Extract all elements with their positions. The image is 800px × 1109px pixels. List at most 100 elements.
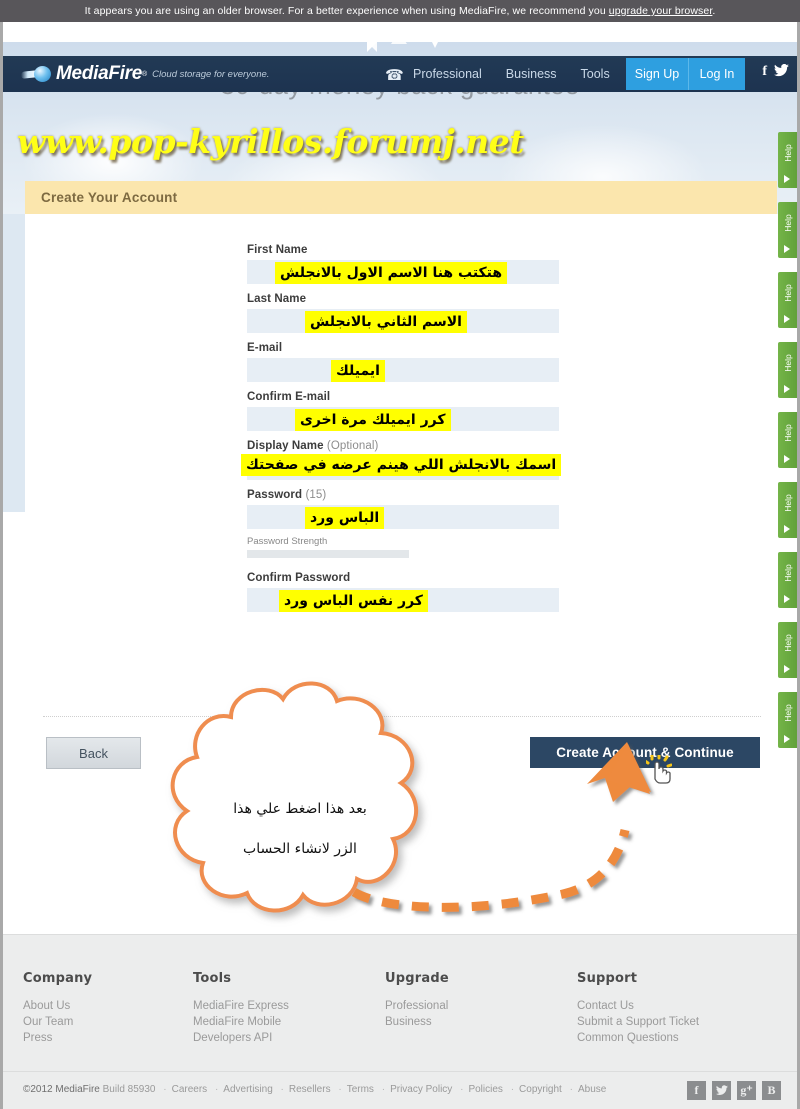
- field-last-name: Last Name الاسم الثاني بالانجلش: [247, 293, 777, 333]
- sign-up-button[interactable]: Sign Up: [626, 58, 688, 90]
- password-strength-bar: [247, 550, 409, 558]
- help-tab-3[interactable]: Help: [778, 272, 797, 328]
- password-strength-label: Password Strength: [247, 536, 328, 547]
- help-tab-9[interactable]: Help: [778, 692, 797, 748]
- callout-line-1: بعد هذا اضغط علي هذا: [233, 801, 367, 817]
- annotation-first-name: هتكتب هنا الاسم الاول بالانجلش: [275, 262, 508, 284]
- google-plus-icon[interactable]: g⁺: [737, 1081, 756, 1100]
- help-tab-1[interactable]: Help: [778, 132, 797, 188]
- help-tab-label: Help: [783, 284, 793, 302]
- help-tab-7[interactable]: Help: [778, 552, 797, 608]
- footer-link-our-team[interactable]: Our Team: [23, 1016, 193, 1028]
- footer-column-support: Support Contact Us Submit a Support Tick…: [577, 971, 777, 1048]
- chevron-right-icon: [784, 525, 790, 533]
- footer-link-professional[interactable]: Professional: [385, 1000, 577, 1012]
- navbar-social-icons: f: [762, 63, 789, 82]
- label-first-name: First Name: [247, 244, 308, 256]
- callout-line-2: الزر لانشاء الحساب: [243, 841, 357, 857]
- label-email: E-mail: [247, 342, 283, 354]
- help-tab-label: Help: [783, 494, 793, 512]
- notice-text-after: .: [712, 5, 716, 17]
- annotation-email: ايميلك: [331, 360, 385, 382]
- create-account-button[interactable]: Create Account & Continue: [530, 737, 760, 768]
- upgrade-browser-link[interactable]: upgrade your browser: [609, 5, 713, 17]
- facebook-icon[interactable]: f: [762, 64, 767, 82]
- mediafire-brand[interactable]: MediaFire ® Cloud storage for everyone.: [21, 63, 269, 85]
- password-input[interactable]: [247, 505, 559, 529]
- field-confirm-password: Confirm Password كرر نفس الباس ورد: [247, 572, 777, 612]
- label-display-name: Display Name (Optional): [247, 440, 379, 452]
- instruction-callout: بعد هذا اضغط علي هذا الزر لانشاء الحساب: [153, 677, 443, 942]
- help-tab-6[interactable]: Help: [778, 482, 797, 538]
- legal-link-policies[interactable]: Policies: [468, 1084, 502, 1095]
- footer-heading-company: Company: [23, 971, 93, 986]
- copyright-text: ©2012 MediaFire: [23, 1084, 100, 1095]
- twitter-icon[interactable]: [712, 1081, 731, 1100]
- help-tab-5[interactable]: Help: [778, 412, 797, 468]
- brand-name: MediaFire: [56, 63, 142, 84]
- brand-registered-mark: ®: [142, 70, 148, 78]
- mouse-cursor-icon: [646, 755, 672, 784]
- help-tab-8[interactable]: Help: [778, 622, 797, 678]
- password-max-length: (15): [305, 489, 327, 501]
- footer-link-common-questions[interactable]: Common Questions: [577, 1032, 777, 1044]
- field-first-name: First Name هتكتب هنا الاسم الاول بالانجل…: [247, 244, 777, 284]
- twitter-icon[interactable]: [774, 63, 789, 82]
- chevron-right-icon: [784, 665, 790, 673]
- help-tab-label: Help: [783, 424, 793, 442]
- footer-link-developers-api[interactable]: Developers API: [193, 1032, 385, 1044]
- chevron-right-icon: [784, 385, 790, 393]
- legal-link-terms[interactable]: Terms: [347, 1084, 374, 1095]
- help-tab-2[interactable]: Help: [778, 202, 797, 258]
- footer-link-mediafire-mobile[interactable]: MediaFire Mobile: [193, 1016, 385, 1028]
- field-display-name: Display Name (Optional) اسمك بالانجلش ال…: [241, 440, 777, 480]
- notice-text-before: It appears you are using an older browse…: [84, 5, 609, 17]
- help-tab-label: Help: [783, 354, 793, 372]
- legal-link-advertising[interactable]: Advertising: [223, 1084, 272, 1095]
- nav-link-tools[interactable]: Tools: [581, 67, 610, 81]
- footer-column-upgrade: Upgrade Professional Business: [385, 971, 577, 1048]
- field-password: Password (15) الباس ورد Password Strengt…: [247, 489, 777, 558]
- blogger-icon[interactable]: B: [762, 1081, 781, 1100]
- chevron-right-icon: [784, 175, 790, 183]
- label-confirm-email: Confirm E-mail: [247, 391, 331, 403]
- email-input[interactable]: [247, 358, 559, 382]
- nav-link-professional[interactable]: Professional: [413, 67, 482, 81]
- footer-legal-bar: ©2012 MediaFire Build 85930 · Careers · Ad…: [3, 1071, 797, 1109]
- create-account-card: Create Your Account First Name هتكتب هنا…: [25, 181, 777, 621]
- footer-link-about-us[interactable]: About Us: [23, 1000, 193, 1012]
- back-button[interactable]: Back: [46, 737, 141, 769]
- footer-heading-tools: Tools: [193, 971, 232, 986]
- field-email: E-mail ايميلك: [247, 342, 777, 382]
- label-last-name: Last Name: [247, 293, 307, 305]
- annotation-display-name: اسمك بالانجلش اللي هينم عرضه في صفحتك: [241, 454, 562, 476]
- chevron-right-icon: [784, 595, 790, 603]
- legal-link-abuse[interactable]: Abuse: [578, 1084, 606, 1095]
- legal-link-resellers[interactable]: Resellers: [289, 1084, 331, 1095]
- footer-link-mediafire-express[interactable]: MediaFire Express: [193, 1000, 385, 1012]
- help-tab-label: Help: [783, 144, 793, 162]
- navbar-auth: Sign Up Log In: [626, 58, 745, 90]
- legal-link-privacy-policy[interactable]: Privacy Policy: [390, 1084, 452, 1095]
- log-in-button[interactable]: Log In: [688, 58, 745, 90]
- phone-icon: ☎: [385, 67, 404, 84]
- label-confirm-password: Confirm Password: [247, 572, 351, 584]
- help-tab-4[interactable]: Help: [778, 342, 797, 398]
- footer-column-company: Company About Us Our Team Press: [23, 971, 193, 1048]
- footer-link-submit-ticket[interactable]: Submit a Support Ticket: [577, 1016, 777, 1028]
- footer-link-press[interactable]: Press: [23, 1032, 193, 1044]
- legal-link-careers[interactable]: Careers: [172, 1084, 208, 1095]
- footer-link-business[interactable]: Business: [385, 1016, 577, 1028]
- footer-link-contact-us[interactable]: Contact Us: [577, 1000, 777, 1012]
- nav-link-business[interactable]: Business: [506, 67, 557, 81]
- annotation-confirm-email: كرر ايميلك مرة اخرى: [295, 409, 451, 431]
- chevron-right-icon: [784, 245, 790, 253]
- footer-columns: Company About Us Our Team Press Tools Me…: [3, 971, 797, 1048]
- footer-heading-support: Support: [577, 971, 638, 986]
- forum-watermark: www.pop-kyrillos.forumj.net: [17, 122, 525, 161]
- facebook-icon[interactable]: f: [687, 1081, 706, 1100]
- build-number: Build 85930: [102, 1084, 156, 1095]
- legal-link-copyright[interactable]: Copyright: [519, 1084, 562, 1095]
- legal-line: ©2012 MediaFire Build 85930 · Careers · Ad…: [23, 1084, 607, 1095]
- help-tab-label: Help: [783, 214, 793, 232]
